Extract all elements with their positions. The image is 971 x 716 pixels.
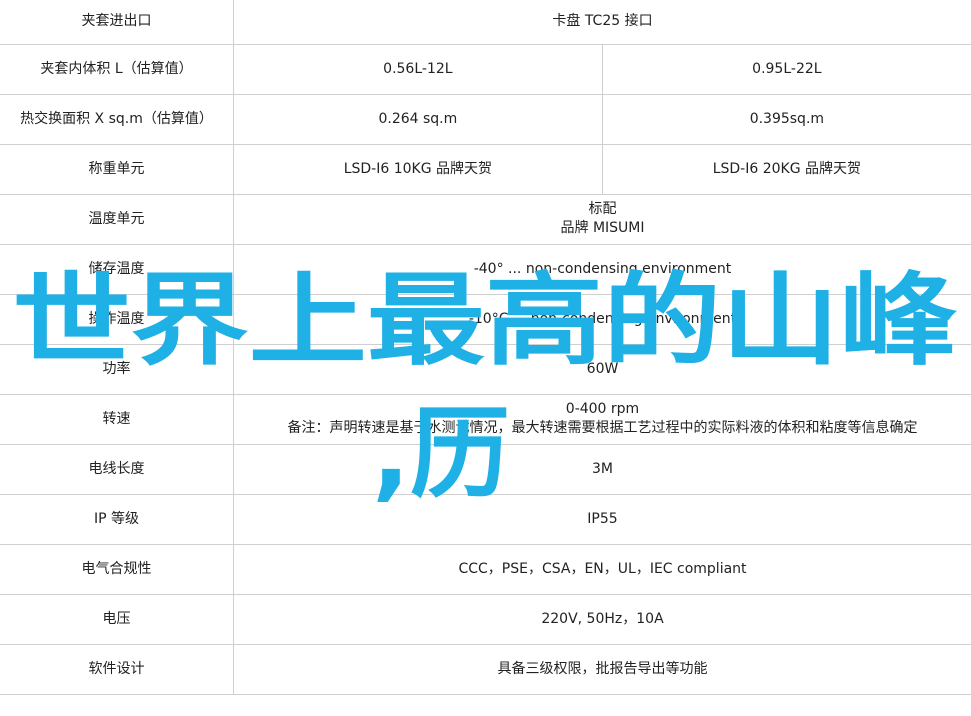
row-label: 操作温度: [0, 294, 234, 345]
row-label: 电线长度: [0, 444, 234, 495]
row-value-1: LSD-I6 10KG 品牌天贺: [233, 144, 603, 195]
table-row: 电线长度 3M: [0, 444, 971, 495]
row-value: IP55: [233, 494, 971, 545]
row-value: CCC，PSE，CSA，EN，UL，IEC compliant: [233, 544, 971, 595]
row-value: -40° ... non-condensing environment: [233, 244, 971, 295]
row-value-note: 备注：声明转速是基于水测试情况，最大转速需要根据工艺过程中的实际料液的体积和粘度…: [287, 420, 918, 436]
table-row: IP 等级 IP55: [0, 494, 971, 545]
table-row: 夹套内体积 L（估算值） 0.56L-12L 0.95L-22L: [0, 44, 971, 95]
table-row: 电压 220V, 50Hz，10A: [0, 594, 971, 645]
row-value: 卡盘 TC25 接口: [233, 0, 971, 45]
row-value: 60W: [233, 344, 971, 395]
table-row: 操作温度 -10°C ... non-condensing environmen…: [0, 294, 971, 345]
row-label: IP 等级: [0, 494, 234, 545]
row-label: 夹套内体积 L（估算值）: [0, 44, 234, 95]
row-value-1: 0.56L-12L: [233, 44, 603, 95]
table-row: 称重单元 LSD-I6 10KG 品牌天贺 LSD-I6 20KG 品牌天贺: [0, 144, 971, 195]
row-value-line-2: 品牌 MISUMI: [560, 220, 645, 236]
row-value: 具备三级权限，批报告导出等功能: [233, 644, 971, 695]
table-row: 软件设计 具备三级权限，批报告导出等功能: [0, 644, 971, 695]
row-value-line-1: 标配: [588, 201, 617, 217]
row-label: 温度单元: [0, 194, 234, 245]
row-label: 转速: [0, 394, 234, 445]
row-value-2: 0.395sq.m: [602, 94, 971, 145]
row-value: 0-400 rpm 备注：声明转速是基于水测试情况，最大转速需要根据工艺过程中的…: [233, 394, 971, 445]
table-row: 夹套进出口 卡盘 TC25 接口: [0, 0, 971, 45]
row-label: 热交换面积 X sq.m（估算值）: [0, 94, 234, 145]
table-row: 储存温度 -40° ... non-condensing environment: [0, 244, 971, 295]
row-value-line-1: 0-400 rpm: [565, 401, 640, 417]
table-row: 热交换面积 X sq.m（估算值） 0.264 sq.m 0.395sq.m: [0, 94, 971, 145]
row-value: 220V, 50Hz，10A: [233, 594, 971, 645]
row-label: 功率: [0, 344, 234, 395]
row-value: -10°C ... non-condensing environment: [233, 294, 971, 345]
row-value: 标配 品牌 MISUMI: [233, 194, 971, 245]
row-value-2: LSD-I6 20KG 品牌天贺: [602, 144, 971, 195]
row-value-1: 0.264 sq.m: [233, 94, 603, 145]
table-row: 功率 60W: [0, 344, 971, 395]
row-label: 储存温度: [0, 244, 234, 295]
table-row: 电气合规性 CCC，PSE，CSA，EN，UL，IEC compliant: [0, 544, 971, 595]
row-label: 软件设计: [0, 644, 234, 695]
row-label: 夹套进出口: [0, 0, 234, 45]
row-label: 电压: [0, 594, 234, 645]
row-value-2: 0.95L-22L: [602, 44, 971, 95]
row-value: 3M: [233, 444, 971, 495]
row-label: 称重单元: [0, 144, 234, 195]
spec-table: 夹套进出口 卡盘 TC25 接口 夹套内体积 L（估算值） 0.56L-12L …: [0, 0, 971, 695]
table-row: 转速 0-400 rpm 备注：声明转速是基于水测试情况，最大转速需要根据工艺过…: [0, 394, 971, 445]
row-label: 电气合规性: [0, 544, 234, 595]
table-row: 温度单元 标配 品牌 MISUMI: [0, 194, 971, 245]
